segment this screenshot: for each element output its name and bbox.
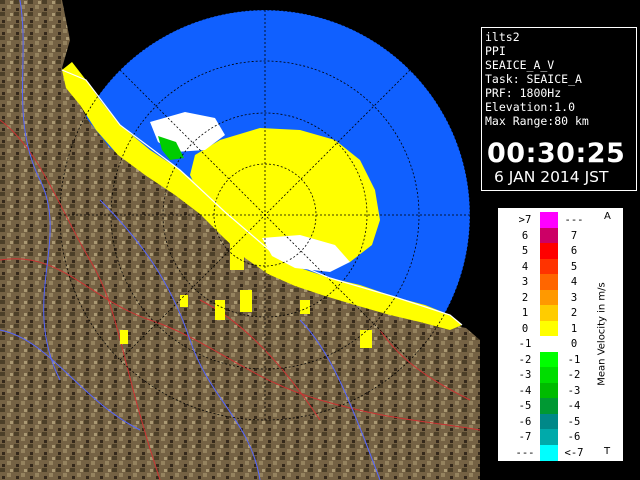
task-name: Task: SEAICE_A bbox=[485, 72, 582, 86]
radar-ppi-view[interactable] bbox=[0, 0, 480, 480]
scan-mode: PPI bbox=[485, 44, 506, 58]
legend-value-high: 5 bbox=[570, 260, 578, 273]
legend-value-high: 3 bbox=[570, 291, 578, 304]
legend-value-low: 2 bbox=[521, 291, 529, 304]
radar-info-panel: ilts2 PPI SEAICE_A_V Task: SEAICE_A PRF:… bbox=[481, 27, 637, 191]
legend-color-swatch bbox=[540, 367, 558, 384]
legend-row: -1 0 bbox=[498, 336, 598, 353]
legend-value-high: 2 bbox=[570, 307, 578, 319]
legend-value-high: 1 bbox=[570, 322, 578, 335]
legend-color-swatch bbox=[540, 398, 558, 415]
legend-value-high: -5 bbox=[567, 415, 581, 428]
legend-color-swatch bbox=[540, 320, 558, 337]
legend-value-high: -1 bbox=[567, 353, 581, 366]
legend-row: -5 -4 bbox=[498, 398, 598, 415]
velocity-legend: >7 --- 6 7 5 6 4 5 3 4 2 3 1 2 0 1 -1 0 -2 -1 -3 -2 -4 -3 -5 -4 -6… bbox=[497, 207, 624, 462]
legend-row: 01 bbox=[498, 320, 598, 337]
legend-row: -3 -2 bbox=[498, 367, 598, 384]
legend-color-swatch bbox=[540, 382, 558, 399]
legend-value-high: 0 bbox=[570, 338, 578, 350]
legend-value-low: -4 bbox=[518, 384, 532, 397]
legend-value-low: -5 bbox=[518, 400, 532, 412]
legend-value-low: -1 bbox=[518, 338, 532, 350]
legend-value-high: --- bbox=[564, 214, 584, 226]
legend-value-high: 6 bbox=[570, 245, 578, 257]
legend-row: 34 bbox=[498, 274, 598, 291]
legend-row: 56 bbox=[498, 243, 598, 260]
legend-value-low: 0 bbox=[521, 322, 529, 335]
product-name: SEAICE_A_V bbox=[485, 58, 555, 72]
legend-row: >7 --- bbox=[498, 212, 598, 229]
legend-color-swatch bbox=[540, 212, 558, 229]
prf-value: PRF: 1800Hz bbox=[485, 86, 562, 100]
legend-color-swatch bbox=[540, 351, 558, 368]
legend-color-swatch bbox=[540, 413, 558, 430]
radar-map bbox=[0, 0, 480, 480]
scan-date: 6 JAN 2014 JST bbox=[494, 168, 609, 186]
legend-value-low: -7 bbox=[518, 431, 532, 443]
legend-value-low: --- bbox=[515, 446, 535, 459]
legend-value-low: 5 bbox=[521, 245, 529, 257]
legend-value-low: -6 bbox=[518, 415, 532, 428]
legend-value-high: <-7 bbox=[564, 446, 584, 459]
legend-row: -2 -1 bbox=[498, 351, 598, 368]
legend-bottom-mark: T bbox=[604, 446, 611, 457]
legend-value-low: 4 bbox=[521, 260, 529, 273]
legend-row: 45 bbox=[498, 258, 598, 275]
legend-row: 23 bbox=[498, 289, 598, 306]
legend-row: --- <-7 bbox=[498, 444, 598, 461]
legend-value-low: 1 bbox=[521, 307, 529, 319]
legend-color-swatch bbox=[540, 243, 558, 260]
legend-color-swatch bbox=[540, 444, 558, 461]
legend-value-high: -4 bbox=[567, 400, 581, 412]
scan-time: 00:30:25 bbox=[487, 138, 626, 169]
legend-value-low: -2 bbox=[518, 353, 532, 366]
max-range-value: Max Range:80 km bbox=[485, 114, 589, 128]
legend-value-high: 4 bbox=[570, 276, 578, 288]
legend-row: -6 -5 bbox=[498, 413, 598, 430]
radar-name: ilts2 bbox=[485, 30, 520, 44]
legend-value-low: -3 bbox=[518, 369, 532, 381]
legend-color-swatch bbox=[540, 274, 558, 291]
legend-value-high: -6 bbox=[567, 431, 581, 443]
legend-color-swatch bbox=[540, 429, 558, 446]
legend-row: -4 -3 bbox=[498, 382, 598, 399]
legend-value-high: 7 bbox=[570, 229, 578, 242]
legend-color-swatch bbox=[540, 336, 558, 353]
legend-value-low: 3 bbox=[521, 276, 529, 288]
legend-top-mark: A bbox=[604, 211, 611, 222]
legend-value-low: 6 bbox=[521, 229, 529, 242]
elevation-value: Elevation:1.0 bbox=[485, 100, 576, 114]
legend-value-high: -3 bbox=[567, 384, 581, 397]
legend-color-swatch bbox=[540, 305, 558, 322]
legend-value-low: >7 bbox=[518, 214, 532, 226]
legend-color-swatch bbox=[540, 258, 558, 275]
legend-row: -7 -6 bbox=[498, 429, 598, 446]
legend-color-swatch bbox=[540, 289, 558, 306]
legend-row: 67 bbox=[498, 227, 598, 244]
legend-color-swatch bbox=[540, 227, 558, 244]
legend-row: 12 bbox=[498, 305, 598, 322]
legend-value-high: -2 bbox=[567, 369, 581, 381]
